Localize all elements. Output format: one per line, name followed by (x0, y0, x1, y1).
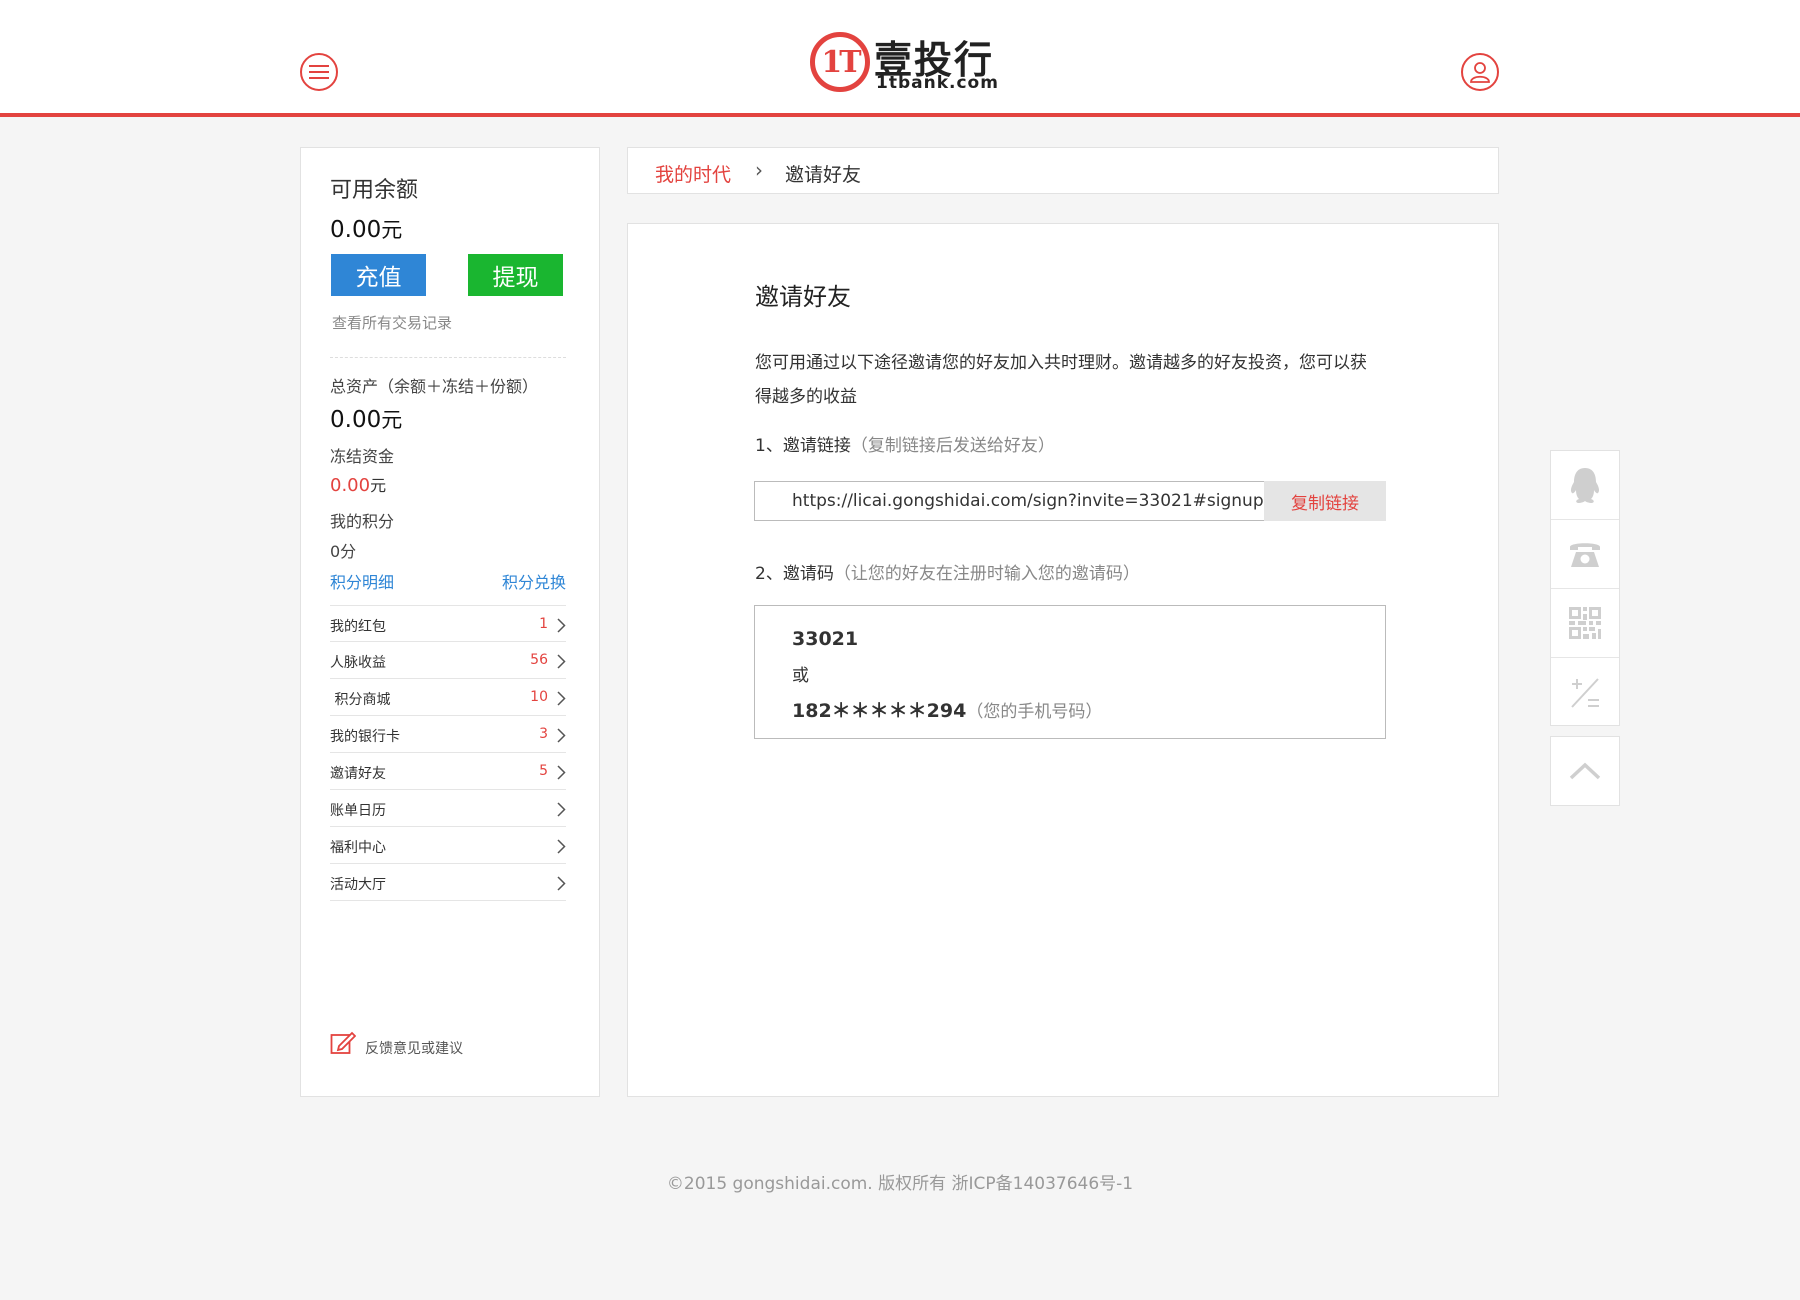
user-icon[interactable] (1461, 53, 1499, 91)
page-title: 邀请好友 (755, 283, 851, 311)
site-header: 1T 壹投行 1tbank.com (0, 0, 1800, 117)
points-value: 0分 (330, 542, 357, 561)
menu-item-red-packets[interactable]: 我的红包 1 (330, 605, 566, 642)
invite-link-box: 复制链接 (754, 481, 1386, 521)
available-balance-value: 0.00 (330, 217, 382, 243)
currency-unit: 元 (381, 218, 403, 242)
total-assets: 0.00元 (330, 404, 402, 434)
phone-code: 182＊＊＊＊＊294（您的手机号码） (792, 696, 1102, 723)
divider (330, 357, 566, 358)
site-logo[interactable]: 1T 壹投行 1tbank.com (810, 32, 998, 94)
breadcrumb-current: 邀请好友 (785, 164, 862, 186)
currency-unit: 元 (370, 476, 387, 495)
invite-code-heading: 2、邀请码（让您的好友在注册时输入您的邀请码） (755, 559, 1140, 584)
invite-code-box: 33021 或 182＊＊＊＊＊294（您的手机号码） (754, 605, 1386, 739)
menu-item-count: 3 (539, 726, 548, 742)
menu-item-welfare-center[interactable]: 福利中心 (330, 827, 566, 864)
menu-item-count: 10 (530, 689, 548, 705)
chevron-right-icon (557, 691, 566, 706)
step-hint: （让您的好友在注册时输入您的邀请码） (833, 564, 1140, 584)
available-balance-title: 可用余额 (330, 178, 419, 203)
menu-item-bill-calendar[interactable]: 账单日历 (330, 790, 566, 827)
phone-code-value: 182＊＊＊＊＊294 (792, 700, 967, 722)
menu-item-count: 56 (530, 652, 548, 668)
menu-item-label: 积分商城 (330, 692, 391, 708)
withdraw-button[interactable]: 提现 (468, 254, 563, 296)
menu-item-label: 邀请好友 (330, 766, 386, 782)
footer-copyright: ©2015 gongshidai.com. 版权所有 浙ICP备14037646… (666, 1174, 1134, 1194)
or-text: 或 (792, 666, 809, 686)
invite-panel: 邀请好友 您可用通过以下途径邀请您的好友加入共时理财。邀请越多的好友投资，您可以… (627, 223, 1499, 1097)
menu-item-label: 我的银行卡 (330, 729, 400, 745)
step-hint: （复制链接后发送给好友） (850, 436, 1055, 456)
logo-mark: 1T (810, 32, 870, 92)
currency-unit: 元 (381, 408, 403, 432)
chevron-right-icon (557, 802, 566, 817)
account-sidebar: 可用余额 0.00元 充值 提现 查看所有交易记录 总资产（余额＋冻结＋份额） … (300, 147, 600, 1097)
invite-link-heading: 1、邀请链接（复制链接后发送给好友） (755, 431, 1055, 456)
menu-item-label: 福利中心 (330, 840, 386, 856)
invite-link-input[interactable] (755, 482, 1263, 520)
invite-code: 33021 (792, 628, 859, 650)
transaction-records-link[interactable]: 查看所有交易记录 (332, 312, 452, 333)
menu-item-network-earnings[interactable]: 人脉收益 56 (330, 642, 566, 679)
chevron-right-icon (557, 728, 566, 743)
menu-item-bank-cards[interactable]: 我的银行卡 3 (330, 716, 566, 753)
points-label: 我的积分 (330, 512, 395, 531)
phone-code-hint: （您的手机号码） (966, 702, 1103, 722)
chevron-right-icon (557, 618, 566, 633)
chevron-right-icon (557, 839, 566, 854)
qrcode-icon[interactable] (1551, 589, 1619, 658)
qq-icon[interactable] (1551, 451, 1619, 520)
step-label: 2、邀请码 (755, 564, 834, 584)
phone-icon[interactable] (1551, 520, 1619, 589)
menu-item-invite-friends[interactable]: 邀请好友 5 (330, 753, 566, 790)
frozen-funds-value: 0.00 (330, 475, 371, 496)
menu-item-label: 账单日历 (330, 803, 386, 819)
floating-toolbar (1550, 450, 1620, 726)
calculator-icon[interactable] (1551, 658, 1619, 727)
invite-description: 您可用通过以下途径邀请您的好友加入共时理财。邀请越多的好友投资，您可以获得越多的… (755, 353, 1367, 407)
menu-item-label: 人脉收益 (330, 655, 386, 671)
menu-item-label: 我的红包 (330, 619, 386, 635)
frozen-funds-label: 冻结资金 (330, 447, 395, 466)
frozen-funds: 0.00元 (330, 472, 386, 496)
breadcrumb: 我的时代 › 邀请好友 (627, 147, 1499, 194)
breadcrumb-home-link[interactable]: 我的时代 (655, 160, 731, 187)
step-label: 1、邀请链接 (755, 436, 851, 456)
edit-icon (330, 1031, 356, 1054)
account-menu: 我的红包 1 人脉收益 56 积分商城 10 我的银行卡 3 邀请好友 5 账单… (330, 605, 566, 901)
copy-link-button[interactable]: 复制链接 (1264, 481, 1386, 521)
chevron-right-icon (557, 876, 566, 891)
chevron-right-icon (557, 765, 566, 780)
menu-item-count: 1 (539, 616, 548, 632)
menu-item-count: 5 (539, 763, 548, 779)
points-exchange-link[interactable]: 积分兑换 (502, 569, 566, 593)
total-assets-label: 总资产（余额＋冻结＋份额） (330, 377, 539, 396)
breadcrumb-separator: › (755, 158, 763, 182)
menu-item-points-mall[interactable]: 积分商城 10 (330, 679, 566, 716)
chevron-right-icon (557, 654, 566, 669)
menu-icon[interactable] (300, 53, 338, 91)
available-balance: 0.00元 (330, 214, 402, 244)
points-detail-link[interactable]: 积分明细 (330, 569, 394, 593)
recharge-button[interactable]: 充值 (331, 254, 426, 296)
logo-domain: 1tbank.com (876, 73, 999, 93)
menu-item-events-hall[interactable]: 活动大厅 (330, 864, 566, 901)
menu-item-label: 活动大厅 (330, 877, 386, 893)
total-assets-value: 0.00 (330, 407, 382, 433)
feedback-label: 反馈意见或建议 (365, 1041, 463, 1057)
back-to-top-icon[interactable] (1550, 736, 1620, 806)
